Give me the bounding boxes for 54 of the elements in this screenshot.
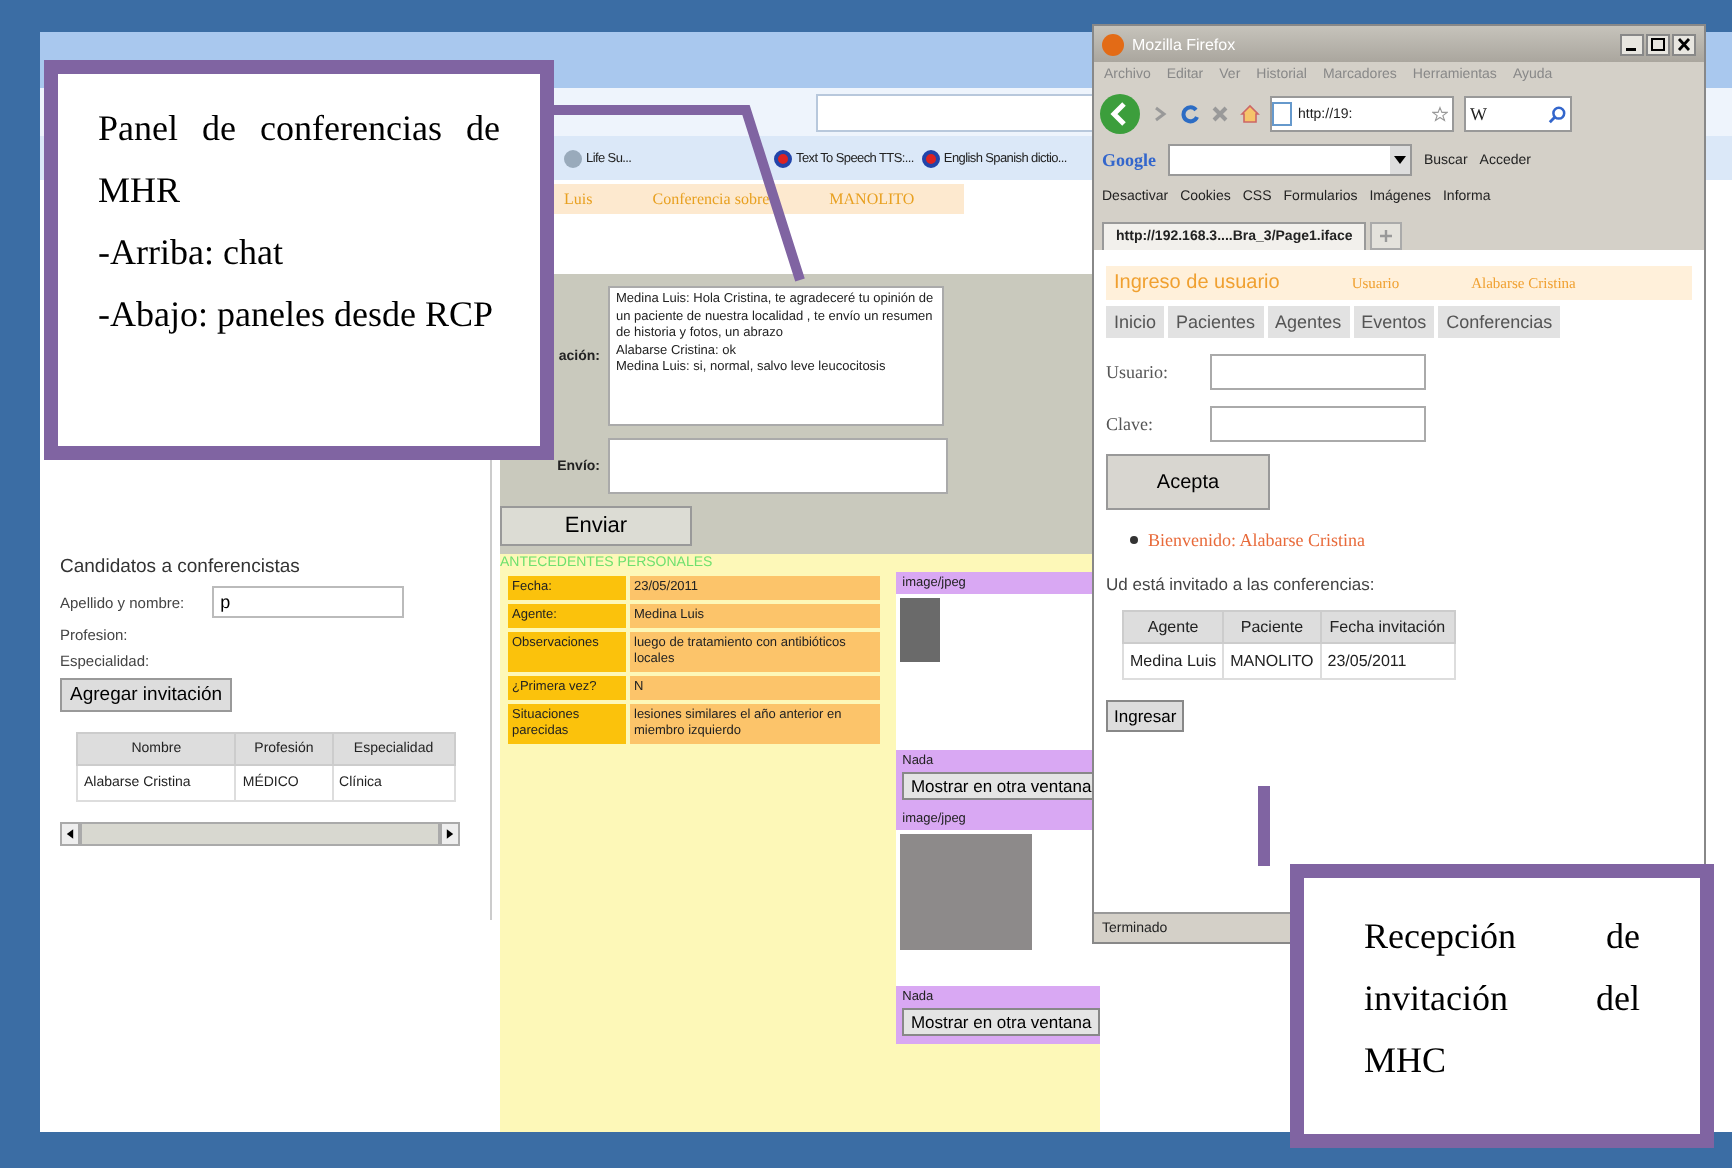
nav-tab[interactable]: Inicio <box>1106 306 1165 338</box>
google-logo: Google <box>1102 150 1156 170</box>
conference-title: Conferencia sobre <box>652 190 770 208</box>
back-icon[interactable] <box>1100 94 1140 134</box>
close-icon[interactable] <box>1672 33 1696 55</box>
nav-tab[interactable]: Pacientes <box>1168 306 1264 338</box>
plus-icon[interactable] <box>1370 222 1403 250</box>
column-header: Agente <box>1123 611 1224 643</box>
home-icon[interactable] <box>1240 104 1260 124</box>
callout-text: Recepción de invitación del MHC <box>1364 914 1640 1084</box>
send-button[interactable]: Enviar <box>500 506 692 546</box>
field-label: Clave: <box>1106 414 1155 434</box>
table-cell: Medina Luis <box>1123 643 1224 679</box>
show-window-button[interactable]: Mostrar en otra ventana <box>902 1008 1100 1036</box>
connector-line <box>1258 786 1270 866</box>
username-input[interactable] <box>1210 354 1426 390</box>
agent-name: Luis <box>564 190 593 208</box>
callout-text: -Abajo: paneles desde RCP <box>98 292 495 338</box>
window-title: Mozilla Firefox <box>1132 35 1238 53</box>
add-invitation-button[interactable]: Agregar invitación <box>60 678 233 712</box>
browser-logo-icon <box>1102 33 1124 55</box>
maximize-icon[interactable] <box>1646 33 1670 55</box>
photo-placeholder[interactable] <box>900 598 941 662</box>
section-title: Candidatos a conferencistas <box>60 556 302 578</box>
callout-text: -Arriba: chat <box>98 230 285 276</box>
stop-icon[interactable] <box>1210 104 1230 124</box>
patient-name: MANOLITO <box>829 190 915 208</box>
bullet-icon <box>1130 536 1138 544</box>
forward-icon[interactable] <box>1150 104 1170 124</box>
minimize-icon[interactable] <box>1620 33 1644 55</box>
accept-button[interactable]: Acepta <box>1106 454 1270 510</box>
star-icon[interactable] <box>1432 106 1448 122</box>
message-input[interactable] <box>608 438 948 494</box>
welcome-message: Bienvenido: Alabarse Cristina <box>1148 530 1365 550</box>
search-icon[interactable] <box>1548 105 1566 123</box>
scrollbar[interactable] <box>60 822 460 846</box>
callout-text: Panel de conferencias de MHR <box>98 106 500 214</box>
nav-tab[interactable]: Agentes <box>1267 306 1350 338</box>
reload-icon[interactable] <box>1180 104 1200 124</box>
page-title: Ingreso de usuario <box>1114 272 1280 294</box>
table-cell: 23/05/2011 <box>1320 643 1455 679</box>
name-input[interactable]: p <box>212 586 405 618</box>
table-cell: MANOLITO <box>1223 643 1321 679</box>
password-input[interactable] <box>1210 406 1426 442</box>
nav-tab[interactable]: Eventos <box>1353 306 1435 338</box>
enter-button[interactable]: Ingresar <box>1106 700 1185 732</box>
column-header: Fecha invitación <box>1320 611 1455 643</box>
field-label: Usuario: <box>1106 362 1170 382</box>
conversation-box[interactable] <box>608 286 944 426</box>
nav-tab[interactable]: Conferencias <box>1438 306 1561 338</box>
column-header: Paciente <box>1223 611 1321 643</box>
invitation-text: Ud está invitado a las conferencias: <box>1106 574 1377 594</box>
search-field[interactable]: W <box>1464 96 1572 132</box>
search-field[interactable] <box>1168 144 1412 176</box>
